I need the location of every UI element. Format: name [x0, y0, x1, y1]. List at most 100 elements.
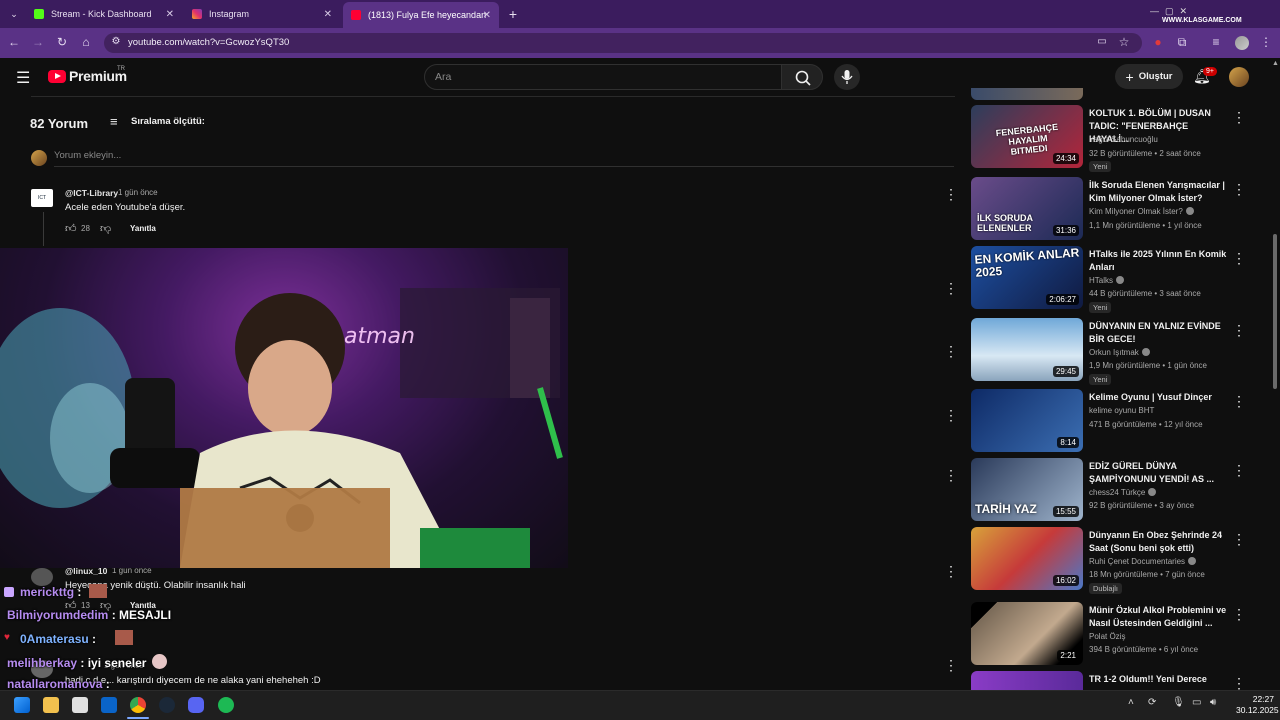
- search-input[interactable]: Ara: [424, 64, 782, 90]
- tab-youtube[interactable]: (1813) Fulya Efe heyecandan ili ✕: [343, 2, 499, 28]
- video-duration: 8:14: [1057, 437, 1079, 448]
- close-tab-icon[interactable]: ✕: [166, 9, 174, 20]
- bookmark-star-icon[interactable]: ☆: [1116, 35, 1132, 49]
- add-comment-input[interactable]: Yorum ekleyin...: [54, 150, 121, 161]
- sort-icon[interactable]: ≡: [110, 114, 118, 129]
- system-clock[interactable]: 22:27 30.12.2025: [1236, 694, 1279, 716]
- reload-icon[interactable]: ↻: [54, 35, 70, 49]
- video-title[interactable]: Münir Özkul Alkol Problemini ve Nasıl Üs…: [1089, 604, 1227, 630]
- account-avatar[interactable]: [1229, 67, 1249, 87]
- video-menu-icon[interactable]: [1232, 675, 1246, 690]
- reply-button[interactable]: Yanıtla: [130, 224, 156, 233]
- outlook-icon[interactable]: [101, 697, 117, 713]
- hamburger-menu-icon[interactable]: ☰: [16, 68, 30, 88]
- recommended-video[interactable]: İLK SORUDA ELENENLER 31:36 İlk Soruda El…: [971, 177, 1246, 241]
- scroll-up-arrow-icon[interactable]: ▲: [1272, 60, 1279, 67]
- home-icon[interactable]: ⌂: [78, 35, 94, 49]
- video-menu-icon[interactable]: [1232, 250, 1246, 268]
- discord-icon[interactable]: [188, 697, 204, 713]
- partial-thumbnail[interactable]: [971, 88, 1083, 100]
- channel-name[interactable]: Orkun Işıtmak: [1089, 348, 1150, 357]
- scrollbar-thumb[interactable]: [1273, 234, 1277, 389]
- back-icon[interactable]: ←: [6, 35, 22, 49]
- channel-name[interactable]: Kim Milyoner Olmak İster?: [1089, 207, 1194, 216]
- tray-sync-icon[interactable]: ⟳: [1148, 697, 1156, 708]
- recommended-video[interactable]: 29:45 DÜNYANIN EN YALNIZ EVİNDE BİR GECE…: [971, 318, 1246, 385]
- create-button[interactable]: + Oluştur: [1115, 64, 1183, 89]
- chrome-icon[interactable]: [130, 697, 146, 713]
- close-tab-icon[interactable]: ✕: [483, 10, 491, 21]
- video-title[interactable]: DÜNYANIN EN YALNIZ EVİNDE BİR GECE!: [1089, 320, 1227, 346]
- video-thumbnail[interactable]: 2:21: [971, 602, 1083, 665]
- video-thumbnail[interactable]: 16:02: [971, 527, 1083, 590]
- windows-start-icon[interactable]: [14, 697, 30, 713]
- extension-icon[interactable]: ●: [1150, 35, 1166, 49]
- video-thumbnail[interactable]: [971, 671, 1083, 690]
- recommended-video[interactable]: EN KOMİK ANLAR 2025 2:06:27 HTalks ile 2…: [971, 246, 1246, 313]
- video-title[interactable]: EDİZ GÜREL DÜNYA ŞAMPİYONUNU YENDİ! AS .…: [1089, 460, 1227, 486]
- volume-icon[interactable]: 🔊︎: [1210, 697, 1216, 708]
- sort-button[interactable]: Sıralama ölçütü:: [131, 116, 205, 127]
- recommended-video[interactable]: TARİH YAZ 15:55 EDİZ GÜREL DÜNYA ŞAMPİYO…: [971, 458, 1246, 522]
- window-controls[interactable]: —▢✕: [1150, 6, 1193, 17]
- chat-text: :: [105, 677, 110, 691]
- video-thumbnail[interactable]: TARİH YAZ 15:55: [971, 458, 1083, 521]
- tab-instagram[interactable]: Instagram ✕: [184, 3, 340, 25]
- menu-kebab-icon[interactable]: ⋮: [1258, 35, 1274, 49]
- recommended-video[interactable]: TR 1-2 Oldum!! Yeni Derece: [971, 671, 1246, 690]
- video-menu-icon[interactable]: [1232, 322, 1246, 340]
- forward-icon[interactable]: →: [30, 35, 46, 49]
- video-menu-icon[interactable]: [1232, 393, 1246, 411]
- recommended-video[interactable]: 8:14 Kelime Oyunu | Yusuf Dinçer kelime …: [971, 389, 1246, 453]
- channel-name[interactable]: kelime oyunu BHT: [1089, 406, 1154, 415]
- close-tab-icon[interactable]: ✕: [324, 9, 332, 20]
- youtube-logo-icon[interactable]: [48, 70, 66, 83]
- video-thumbnail[interactable]: FENERBAHÇE HAYALIM BITMEDI 24:34: [971, 105, 1083, 168]
- comment-time[interactable]: 1 gün önce: [118, 188, 158, 197]
- reading-list-icon[interactable]: ≡: [1208, 35, 1224, 49]
- voice-search-button[interactable]: [834, 64, 860, 90]
- recommended-video[interactable]: 2:21 Münir Özkul Alkol Problemini ve Nas…: [971, 602, 1246, 666]
- channel-name[interactable]: Polat Öziş: [1089, 632, 1125, 641]
- spotify-icon[interactable]: [218, 697, 234, 713]
- site-info-icon[interactable]: ⚙: [108, 36, 124, 47]
- video-thumbnail[interactable]: İLK SORUDA ELENENLER 31:36: [971, 177, 1083, 240]
- steam-icon[interactable]: [159, 697, 175, 713]
- video-menu-icon[interactable]: [1232, 109, 1246, 127]
- video-thumbnail[interactable]: 29:45: [971, 318, 1083, 381]
- video-title[interactable]: HTalks ile 2025 Yılının En Komik Anları: [1089, 248, 1227, 274]
- video-menu-icon[interactable]: [1232, 462, 1246, 480]
- channel-name[interactable]: Yağız Sabuncuoğlu: [1089, 135, 1158, 144]
- video-menu-icon[interactable]: [1232, 606, 1246, 624]
- tab-search-dropdown[interactable]: ⌄: [6, 3, 22, 25]
- comment-author[interactable]: @ICT-Library: [65, 188, 118, 198]
- tray-overflow-icon[interactable]: ˄: [1128, 697, 1134, 708]
- channel-name[interactable]: HTalks: [1089, 276, 1125, 285]
- video-menu-icon[interactable]: [1232, 181, 1246, 199]
- url-text[interactable]: youtube.com/watch?v=GcwozYsQT30: [128, 37, 289, 48]
- channel-name[interactable]: chess24 Türkçe: [1089, 488, 1157, 497]
- video-title[interactable]: Kelime Oyunu | Yusuf Dinçer: [1089, 391, 1227, 404]
- channel-name[interactable]: Ruhi Çenet Documentaries: [1089, 557, 1197, 566]
- video-thumbnail[interactable]: 8:14: [971, 389, 1083, 452]
- video-thumbnail[interactable]: EN KOMİK ANLAR 2025 2:06:27: [971, 246, 1083, 309]
- profile-avatar-icon[interactable]: [1235, 36, 1249, 50]
- tab-kick-dashboard[interactable]: Stream - Kick Dashboard ✕: [26, 3, 182, 25]
- video-duration: 24:34: [1052, 153, 1079, 164]
- install-app-icon[interactable]: ▭: [1094, 36, 1110, 47]
- new-tab-button[interactable]: +: [503, 3, 523, 25]
- like-icon[interactable]: 👍︎: [65, 222, 77, 235]
- recommended-video[interactable]: FENERBAHÇE HAYALIM BITMEDI 24:34 KOLTUK …: [971, 105, 1246, 172]
- video-menu-icon[interactable]: [1232, 531, 1246, 549]
- microphone-tray-icon[interactable]: 🎙︎: [1172, 697, 1185, 708]
- file-explorer-icon[interactable]: [43, 697, 59, 713]
- store-icon[interactable]: [72, 697, 88, 713]
- video-title[interactable]: İlk Soruda Elenen Yarışmacılar | Kim Mil…: [1089, 179, 1227, 205]
- recommended-video[interactable]: 16:02 Dünyanın En Obez Şehrinde 24 Saat …: [971, 527, 1246, 594]
- video-title[interactable]: TR 1-2 Oldum!! Yeni Derece: [1089, 673, 1227, 686]
- video-title[interactable]: Dünyanın En Obez Şehrinde 24 Saat (Sonu …: [1089, 529, 1227, 555]
- search-button[interactable]: [781, 64, 823, 90]
- display-icon[interactable]: ▭: [1192, 697, 1201, 708]
- extensions-puzzle-icon[interactable]: ⧉: [1174, 35, 1190, 50]
- dislike-icon[interactable]: 👎︎: [100, 222, 111, 235]
